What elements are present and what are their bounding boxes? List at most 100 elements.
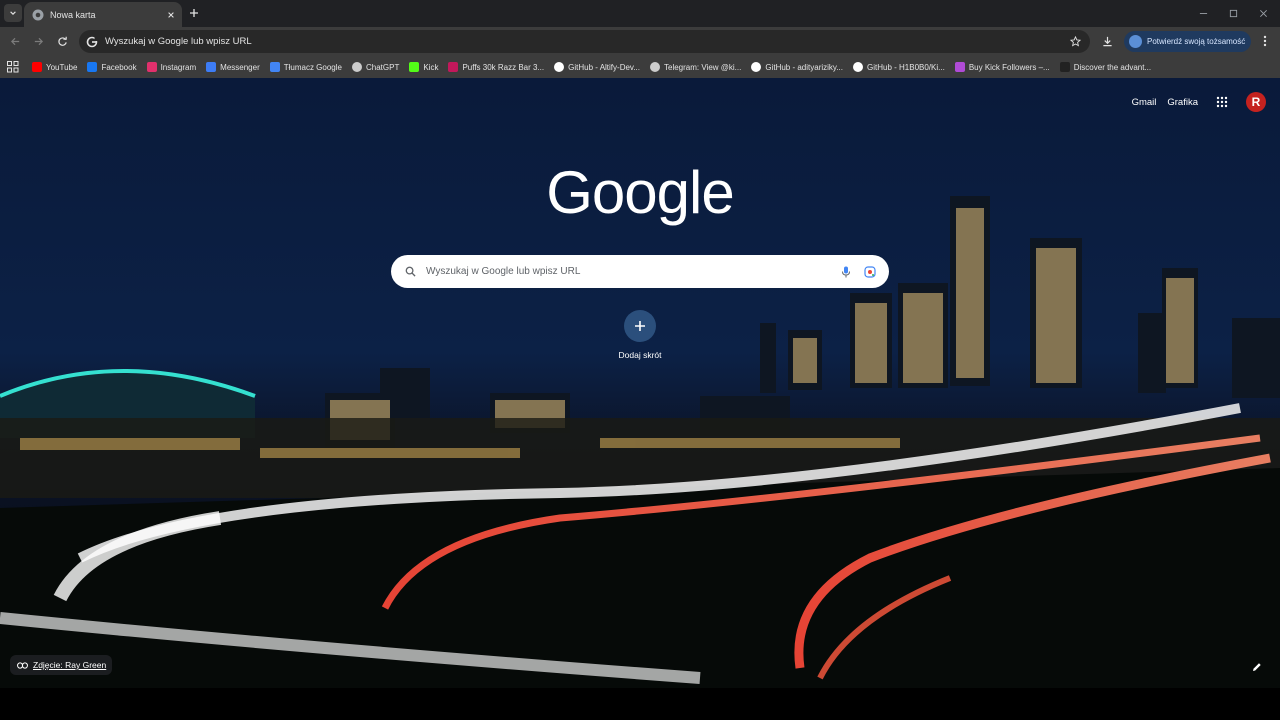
bookmark-label: Facebook: [101, 62, 137, 72]
close-icon: [168, 11, 174, 18]
arrow-left-icon: [10, 37, 19, 45]
facebook-icon: [87, 62, 98, 72]
bookmark-item[interactable]: Tłumacz Google: [265, 57, 347, 77]
forward-button[interactable]: [31, 34, 45, 48]
bookmark-label: Instagram: [160, 62, 197, 72]
link-icon: [16, 659, 28, 671]
tab-close-button[interactable]: [164, 8, 178, 22]
downloads-button[interactable]: [1100, 34, 1114, 48]
tab-strip: Nowa karta: [0, 0, 1280, 27]
github-icon: [853, 62, 863, 72]
address-bar-text: Wyszukaj w Google lub wpisz URL: [105, 36, 252, 47]
microphone-icon: [842, 266, 850, 277]
bookmark-item[interactable]: Facebook: [82, 57, 141, 77]
plus-icon: [635, 321, 645, 331]
bookmark-item[interactable]: Discover the advant...: [1055, 57, 1156, 77]
bookmark-item[interactable]: Puffs 30k Razz Bar 3...: [443, 57, 549, 77]
search-icon: [403, 265, 417, 279]
bookmark-label: GitHub - adityariziky...: [765, 62, 843, 72]
bookmark-item[interactable]: Kick: [404, 57, 443, 77]
plus-icon: [190, 9, 198, 17]
bookmark-label: GitHub - H1B0B0/Ki...: [867, 62, 945, 72]
tab-title: Nowa karta: [50, 9, 96, 20]
bottom-bar: [0, 688, 1280, 720]
top-links: Gmail Grafika R: [1121, 92, 1266, 112]
tab-new-tab[interactable]: Nowa karta: [24, 2, 182, 27]
apps-grid-icon[interactable]: [7, 61, 19, 73]
translate-icon: [269, 62, 280, 72]
gmail-link[interactable]: Gmail: [1132, 97, 1157, 108]
messenger-icon: [206, 62, 217, 72]
bookmark-item[interactable]: GitHub - adityariziky...: [746, 57, 848, 77]
puffs-icon: [448, 62, 459, 72]
maximize-icon: [1229, 9, 1237, 17]
add-shortcut-label: Dodaj skrót: [618, 350, 662, 360]
voice-search-button[interactable]: [839, 265, 853, 279]
verify-identity-button[interactable]: Potwierdź swoją tożsamość: [1124, 31, 1251, 52]
discover-icon: [1059, 62, 1070, 72]
bookmark-label: ChatGPT: [365, 62, 400, 72]
bookmark-item[interactable]: YouTube: [27, 57, 82, 77]
bookmark-label: Buy Kick Followers –...: [968, 62, 1050, 72]
kick-followers-icon: [954, 62, 965, 72]
chrome-icon: [32, 9, 44, 20]
new-tab-button[interactable]: [187, 6, 201, 20]
lens-icon: [864, 265, 876, 278]
more-vert-icon: [1263, 35, 1267, 47]
apps-grid-icon: [1216, 96, 1228, 108]
maximize-button[interactable]: [1226, 6, 1240, 20]
youtube-icon: [32, 62, 42, 72]
toolbar: Wyszukaj w Google lub wpisz URL Potwierd…: [0, 27, 1280, 56]
bookmark-label: Puffs 30k Razz Bar 3...: [462, 62, 545, 72]
add-shortcut-button[interactable]: Dodaj skrót: [604, 310, 676, 370]
github-icon: [554, 62, 565, 72]
photo-credit-label: Zdjęcie: Ray Green: [33, 660, 107, 670]
google-apps-button[interactable]: [1215, 95, 1229, 109]
google-g-icon: [86, 36, 98, 47]
bookmark-item[interactable]: Instagram: [142, 57, 202, 77]
bookmark-label: Discover the advant...: [1073, 62, 1152, 72]
account-avatar[interactable]: R: [1246, 92, 1266, 112]
window-close-button[interactable]: [1256, 6, 1270, 20]
photo-credit-link[interactable]: Zdjęcie: Ray Green: [10, 655, 113, 675]
customize-button[interactable]: [1250, 660, 1264, 674]
chrome-menu-button[interactable]: [1258, 34, 1272, 48]
chatgpt-icon: [351, 62, 362, 72]
close-icon: [1259, 9, 1267, 17]
instagram-icon: [146, 62, 157, 72]
bookmark-item[interactable]: Buy Kick Followers –...: [950, 57, 1055, 77]
back-button[interactable]: [8, 34, 22, 48]
bookmarks-list: YouTube Facebook Instagram Messenger Tłumacz…: [27, 57, 1156, 77]
bookmark-label: Tłumacz Google: [283, 62, 342, 72]
tab-search-button[interactable]: [4, 4, 22, 22]
kick-icon: [409, 62, 420, 72]
arrow-right-icon: [34, 37, 43, 45]
bookmark-label: Kick: [423, 62, 439, 72]
search-input[interactable]: [426, 266, 839, 277]
address-bar[interactable]: Wyszukaj w Google lub wpisz URL: [79, 30, 1090, 53]
star-icon: [1069, 36, 1081, 47]
reload-icon: [57, 36, 67, 46]
telegram-icon: [650, 62, 660, 72]
bookmark-item[interactable]: GitHub - H1B0B0/Ki...: [848, 57, 950, 77]
chevron-down-icon: [10, 11, 16, 15]
bookmarks-bar: YouTube Facebook Instagram Messenger Tłumacz…: [0, 56, 1280, 78]
bookmark-item[interactable]: ChatGPT: [347, 57, 404, 77]
download-icon: [1102, 36, 1112, 46]
search-box[interactable]: [391, 255, 889, 288]
pencil-icon: [1253, 663, 1261, 671]
bookmark-item[interactable]: GitHub - Altify-Dev...: [549, 57, 645, 77]
reload-button[interactable]: [55, 34, 69, 48]
bookmark-label: GitHub - Altify-Dev...: [568, 62, 640, 72]
bookmark-item[interactable]: Telegram: View @ki...: [645, 57, 746, 77]
bookmark-label: Telegram: View @ki...: [664, 62, 742, 72]
google-lens-button[interactable]: [863, 265, 877, 279]
add-shortcut-circle: [624, 310, 656, 342]
images-link[interactable]: Grafika: [1167, 97, 1198, 108]
profile-avatar-icon: [1129, 35, 1142, 48]
new-tab-page: Gmail Grafika R Google Dodaj skrót Zd: [0, 78, 1280, 688]
bookmark-star-button[interactable]: [1068, 35, 1082, 49]
bookmark-label: YouTube: [46, 62, 78, 72]
minimize-button[interactable]: [1196, 6, 1210, 20]
bookmark-item[interactable]: Messenger: [201, 57, 265, 77]
